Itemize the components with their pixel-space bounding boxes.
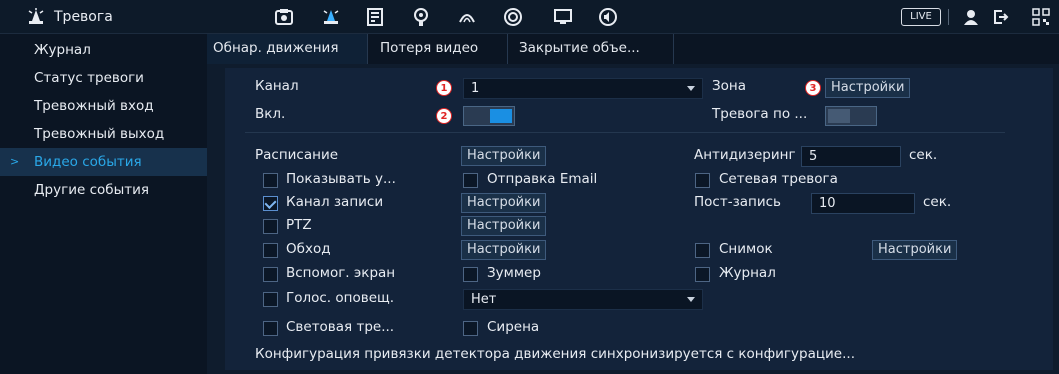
antidither-input[interactable]: 5 [801,146,901,167]
post-record-label: Пост-запись [694,194,781,210]
zone-settings-button[interactable]: Настройки [825,78,911,98]
sidebar: Журнал Статус тревоги Тревожный вход Тре… [0,34,207,374]
display-icon[interactable] [456,6,478,28]
aux-screen-label: Вспомог. экран [286,265,396,281]
toggle-knob [490,109,512,123]
show-message-label: Показывать у... [286,171,396,187]
settings-panel: Канал 1 1 Зона 3 Настройки Вкл. 2 Тревог… [225,68,1053,370]
voice-alert-label: Голос. оповещ. [286,290,394,306]
net-alarm-checkbox[interactable] [695,173,710,188]
tour-settings-button[interactable]: Настройки [461,240,547,260]
sidebar-item-log[interactable]: Журнал [0,36,207,64]
channel-label: Канал [255,78,299,94]
send-email-checkbox[interactable] [463,173,478,188]
app-title: Тревога [54,9,113,25]
channel-select-value: 1 [471,81,480,96]
tab-motion-detection[interactable]: Обнар. движения [207,34,367,64]
tab-divider [367,34,368,64]
alarm-by-label: Тревога по ... [712,106,808,122]
log-label: Журнал [719,265,776,281]
callout-badge-3: 3 [805,80,821,96]
tab-bar: Обнар. движения Потеря видео Закрытие об… [207,34,1059,64]
topbar-divider [948,9,949,25]
post-record-unit: сек. [923,194,952,210]
user-icon[interactable] [960,6,982,28]
storage-icon[interactable] [364,6,386,28]
show-message-checkbox[interactable] [263,173,278,188]
snapshot-settings-button[interactable]: Настройки [872,240,958,260]
ptz-label: PTZ [286,217,312,233]
snapshot-checkbox[interactable] [695,243,710,258]
sidebar-item-label: Другие события [34,182,149,198]
record-channel-settings-button[interactable]: Настройки [461,193,547,213]
tour-checkbox[interactable] [263,243,278,258]
channel-select[interactable]: 1 [463,78,703,99]
voice-alert-checkbox[interactable] [263,292,278,307]
ptz-checkbox[interactable] [263,219,278,234]
buzzer-checkbox[interactable] [463,267,478,282]
siren-label: Сирена [487,319,540,335]
monitor-icon[interactable] [552,6,574,28]
record-channel-checkbox[interactable] [263,196,278,211]
callout-badge-1: 1 [436,80,452,96]
sidebar-item-video-events[interactable]: > Видео события [0,148,207,176]
buzzer-label: Зуммер [487,265,541,281]
schedule-label: Расписание [255,147,339,163]
tab-video-loss[interactable]: Потеря видео [374,34,484,64]
antidither-label: Антидизеринг [694,147,796,163]
camera-icon[interactable] [273,6,295,28]
enable-toggle[interactable] [463,106,515,126]
top-bar: Тревога LIVE [0,0,1059,34]
logout-icon[interactable] [990,6,1012,28]
qr-icon[interactable] [1030,6,1052,28]
sidebar-item-alarm-status[interactable]: Статус тревоги [0,64,207,92]
tab-tampering[interactable]: Закрытие объе... [513,34,646,64]
chevron-right-icon: > [10,155,20,168]
sync-note: Конфигурация привязки детектора движения… [255,346,855,362]
record-icon[interactable] [502,6,524,28]
callout-badge-2: 2 [436,108,452,124]
section-divider [245,132,1005,133]
snapshot-label: Снимок [719,241,773,257]
aux-screen-checkbox[interactable] [263,267,278,282]
alarm-nav-icon[interactable] [320,6,342,28]
net-alarm-label: Сетевая тревога [719,171,838,187]
schedule-settings-button[interactable]: Настройки [461,146,547,166]
sidebar-item-label: Тревожный выход [34,126,165,142]
post-record-input[interactable]: 10 [811,193,915,214]
alarm-icon [26,8,46,26]
light-alarm-label: Световая тре... [286,319,395,335]
sidebar-item-label: Статус тревоги [34,70,144,86]
sidebar-item-alarm-output[interactable]: Тревожный выход [0,120,207,148]
enable-label: Вкл. [255,106,286,122]
tour-label: Обход [286,241,331,257]
voice-alert-select[interactable]: Нет [463,289,703,310]
live-button[interactable]: LIVE [901,8,941,26]
chevron-down-icon [687,297,695,302]
tab-divider [507,34,508,64]
network-icon[interactable] [410,6,432,28]
sidebar-item-label: Видео события [34,154,142,170]
ptz-settings-button[interactable]: Настройки [461,216,547,236]
siren-checkbox[interactable] [463,321,478,336]
sidebar-item-alarm-input[interactable]: Тревожный вход [0,92,207,120]
audio-icon[interactable] [597,6,619,28]
log-checkbox[interactable] [695,267,710,282]
sidebar-item-label: Журнал [34,42,91,58]
alarm-by-toggle[interactable] [825,106,877,126]
chevron-down-icon [687,86,695,91]
sidebar-item-other-events[interactable]: Другие события [0,176,207,204]
record-channel-label: Канал записи [286,194,384,210]
main-content: Канал 1 1 Зона 3 Настройки Вкл. 2 Тревог… [207,64,1059,374]
toggle-knob [828,109,850,123]
voice-alert-select-value: Нет [471,292,497,307]
zone-label: Зона [712,78,747,94]
send-email-label: Отправка Email [487,171,598,187]
sidebar-item-label: Тревожный вход [34,98,154,114]
light-alarm-checkbox[interactable] [263,321,278,336]
tab-divider [673,34,674,64]
antidither-unit: сек. [909,147,938,163]
